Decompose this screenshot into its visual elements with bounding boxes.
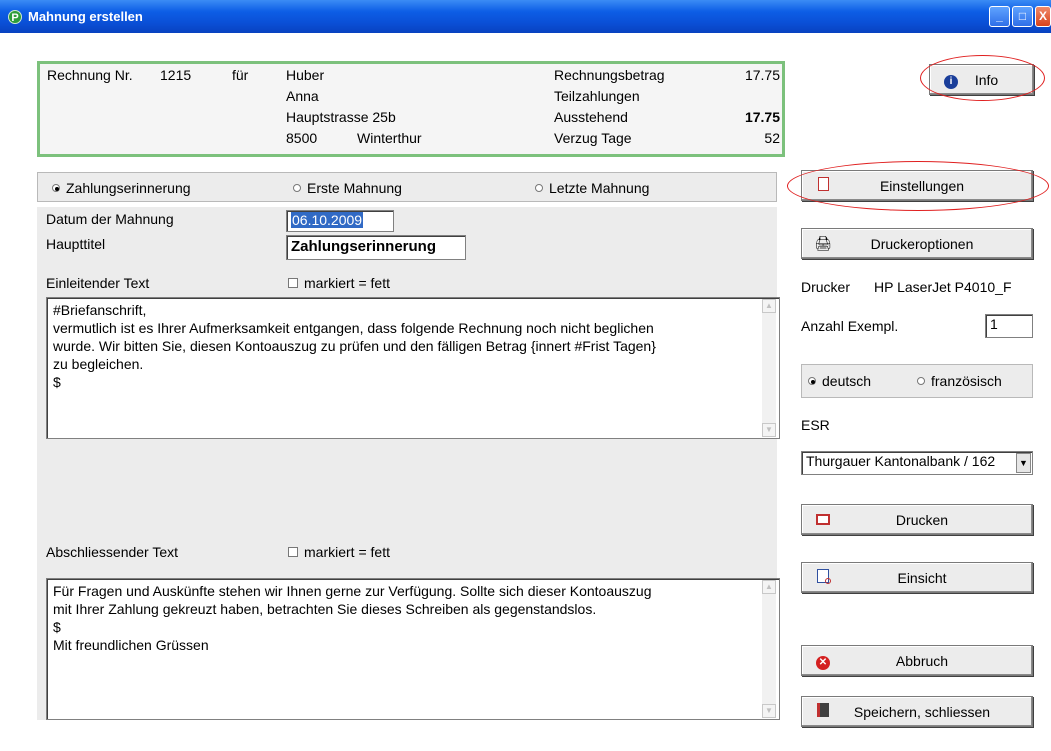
radio-letzte-mahnung[interactable]: Letzte Mahnung <box>535 180 649 196</box>
radio-zahlungserinnerung[interactable]: Zahlungserinnerung <box>52 180 191 196</box>
cancel-icon: ✕ <box>812 652 834 670</box>
printer-name: HP LaserJet P4010_F <box>874 279 1012 295</box>
window-title: Mahnung erstellen <box>28 9 143 24</box>
main-title-input[interactable]: Zahlungserinnerung <box>286 235 466 260</box>
save-exit-icon <box>812 703 834 720</box>
radio-selected-icon <box>52 184 60 192</box>
highlight-oval-settings <box>787 161 1049 211</box>
title-bar <box>0 0 1051 33</box>
copies-label: Anzahl Exempl. <box>801 318 899 334</box>
invoice-amount-label: Rechnungsbetrag <box>554 67 665 83</box>
radio-icon <box>293 184 301 192</box>
overdue-days: 52 <box>764 130 780 146</box>
copies-input[interactable]: 1 <box>985 314 1033 338</box>
printer-icon <box>812 512 834 528</box>
date-label: Datum der Mahnung <box>46 211 174 227</box>
radio-deutsch[interactable]: deutsch <box>808 373 871 389</box>
minimize-button[interactable]: _ <box>989 6 1010 27</box>
customer-firstname: Anna <box>286 88 319 104</box>
invoice-number: 1215 <box>160 67 192 83</box>
chevron-down-icon[interactable]: ▼ <box>1016 453 1031 473</box>
customer-street: Hauptstrasse 25b <box>286 109 396 125</box>
maximize-button[interactable]: □ <box>1012 6 1033 27</box>
intro-textarea[interactable]: #Briefanschrift, vermutlich ist es Ihrer… <box>46 297 780 439</box>
scroll-up-icon[interactable]: ▲ <box>762 580 776 594</box>
printer-label: Drucker <box>801 279 851 295</box>
esr-select[interactable]: Thurgauer Kantonalbank / 162 <box>801 451 1033 475</box>
scroll-up-icon[interactable]: ▲ <box>762 299 776 313</box>
closing-textarea[interactable]: Für Fragen und Auskünfte stehen wir Ihne… <box>46 578 780 720</box>
scroll-down-icon[interactable]: ▼ <box>762 704 776 718</box>
checkbox-icon <box>288 547 298 557</box>
radio-icon <box>535 184 543 192</box>
preview-button[interactable]: Einsicht <box>801 562 1033 593</box>
outstanding-amount: 17.75 <box>744 109 780 125</box>
overdue-days-label: Verzug Tage <box>554 130 632 146</box>
checkbox-icon <box>288 278 298 288</box>
close-button[interactable]: X <box>1035 6 1051 27</box>
radio-selected-icon <box>808 377 816 385</box>
closing-scrollbar[interactable]: ▲ ▼ <box>762 580 776 718</box>
preview-icon <box>812 569 834 586</box>
for-label: für <box>232 67 249 83</box>
customer-zip: 8500 <box>286 130 318 146</box>
closing-text-label: Abschliessender Text <box>46 544 179 560</box>
invoice-amount: 17.75 <box>744 67 780 83</box>
esr-label: ESR <box>801 417 830 433</box>
partial-payments-label: Teilzahlungen <box>554 88 640 104</box>
customer-lastname: Huber <box>286 67 325 83</box>
outstanding-label: Ausstehend <box>554 109 628 125</box>
printer-settings-icon: 🖨 <box>814 235 832 251</box>
radio-icon <box>917 377 925 385</box>
intro-text-label: Einleitender Text <box>46 275 150 291</box>
app-icon: P <box>8 10 22 24</box>
invoice-number-label: Rechnung Nr. <box>47 67 133 83</box>
scroll-down-icon[interactable]: ▼ <box>762 423 776 437</box>
save-close-button[interactable]: Speichern, schliessen <box>801 696 1033 727</box>
closing-bold-checkbox[interactable]: markiert = fett <box>288 544 390 560</box>
print-button[interactable]: Drucken <box>801 504 1033 535</box>
cancel-button[interactable]: ✕ Abbruch <box>801 645 1033 676</box>
highlight-oval-info <box>920 55 1045 101</box>
date-input[interactable]: 06.10.2009 <box>286 210 394 232</box>
radio-franzoesisch[interactable]: französisch <box>917 373 1002 389</box>
printer-options-button[interactable]: 🖨 Druckeroptionen <box>801 228 1033 259</box>
radio-erste-mahnung[interactable]: Erste Mahnung <box>293 180 402 196</box>
intro-scrollbar[interactable]: ▲ ▼ <box>762 299 776 437</box>
intro-bold-checkbox[interactable]: markiert = fett <box>288 275 390 291</box>
customer-city: Winterthur <box>357 130 422 146</box>
main-title-label: Haupttitel <box>46 236 106 252</box>
